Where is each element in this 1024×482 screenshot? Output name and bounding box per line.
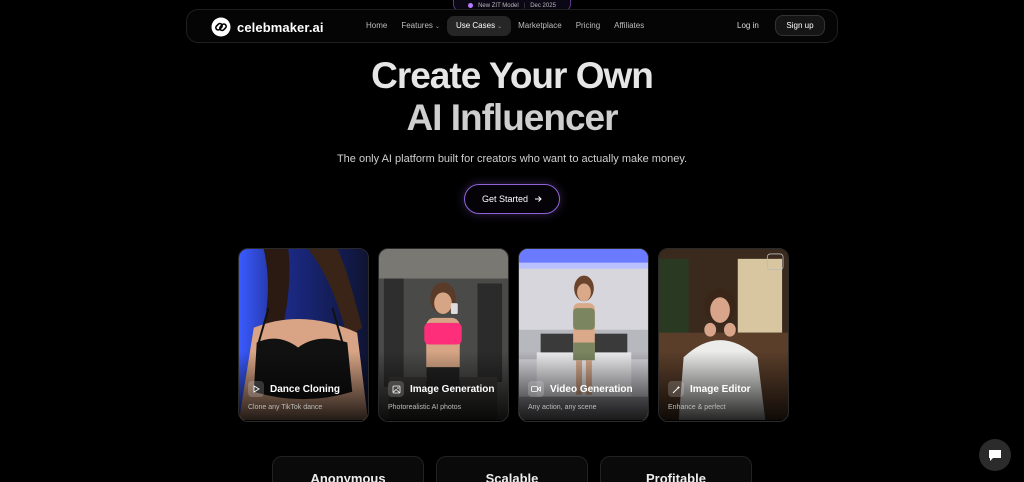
card-description: Enhance & perfect	[668, 404, 726, 411]
get-started-button[interactable]: Get Started	[464, 184, 560, 214]
image-icon	[388, 381, 404, 397]
video-generation-card[interactable]: Video Generation Any action, any scene	[518, 248, 649, 422]
chevron-down-icon: ⌄	[434, 24, 440, 30]
nav-pricing-link[interactable]: Pricing	[569, 16, 607, 36]
brand-name: celebmaker.ai	[237, 19, 324, 35]
nav-features-dropdown[interactable]: Features ⌄	[394, 16, 447, 36]
nav-affiliates-link[interactable]: Affiliates	[607, 16, 651, 36]
card-header: Image Generation	[388, 381, 494, 397]
dance-cloning-card[interactable]: Dance Cloning Clone any TikTok dance	[238, 248, 369, 422]
anonymous-feature-tile: Anonymous	[272, 456, 424, 482]
card-header: Image Editor	[668, 381, 751, 397]
announcement-label: New ZIT Model	[478, 2, 519, 9]
chain-link-logo-icon	[211, 17, 231, 37]
nav-features-label: Features	[401, 21, 433, 30]
nav-marketplace-link[interactable]: Marketplace	[511, 16, 569, 36]
arrow-right-icon	[535, 196, 542, 202]
hero-subtitle: The only AI platform built for creators …	[336, 153, 688, 165]
magic-wand-icon	[668, 381, 684, 397]
feature-tiles: Anonymous Scalable Profitable	[272, 456, 752, 482]
card-description: Clone any TikTok dance	[248, 404, 323, 411]
nav-home-link[interactable]: Home	[359, 16, 394, 36]
card-header: Dance Cloning	[248, 381, 340, 397]
chat-bubble-icon	[989, 449, 1001, 461]
login-link[interactable]: Log in	[737, 21, 759, 30]
nav-links: Home Features ⌄ Use Cases ⌄ Marketplace Pr…	[359, 16, 651, 36]
card-title: Video Generation	[550, 383, 633, 395]
card-title: Dance Cloning	[270, 383, 341, 395]
nav-use-cases-label: Use Cases	[455, 21, 496, 30]
get-started-label: Get Started	[481, 194, 529, 204]
profitable-feature-tile: Profitable	[600, 456, 752, 482]
image-generation-card[interactable]: Image Generation Photorealistic AI photo…	[378, 248, 509, 422]
card-title: Image Generation	[410, 383, 495, 395]
use-case-cards: Dance Cloning Clone any TikTok dance Ima…	[238, 248, 789, 422]
hero-title-line-1: Create Your Own	[371, 55, 654, 96]
announcement-divider: |	[523, 2, 526, 9]
card-description: Any action, any scene	[528, 404, 597, 411]
nav-use-cases-dropdown[interactable]: Use Cases ⌄	[446, 16, 512, 36]
status-dot-icon	[468, 3, 474, 8]
card-description: Photorealistic AI photos	[388, 404, 462, 411]
card-title: Image Editor	[690, 383, 751, 395]
announcement-date: Dec 2025	[530, 2, 556, 9]
brand-logo[interactable]: celebmaker.ai	[211, 17, 324, 37]
play-icon	[248, 381, 264, 397]
hero-title-line-2: AI Influencer	[406, 97, 618, 138]
top-navbar: celebmaker.ai Home Features ⌄ Use Cases ⌄ …	[186, 9, 838, 43]
video-icon	[528, 381, 544, 397]
chevron-down-icon: ⌄	[497, 24, 503, 30]
hero-title: Create Your Own AI Influencer	[0, 55, 1024, 139]
scalable-feature-tile: Scalable	[436, 456, 588, 482]
signup-button[interactable]: Sign up	[775, 15, 825, 36]
chat-widget-button[interactable]	[979, 439, 1011, 471]
image-editor-card[interactable]: Image Editor Enhance & perfect	[658, 248, 789, 422]
card-header: Video Generation	[528, 381, 633, 397]
